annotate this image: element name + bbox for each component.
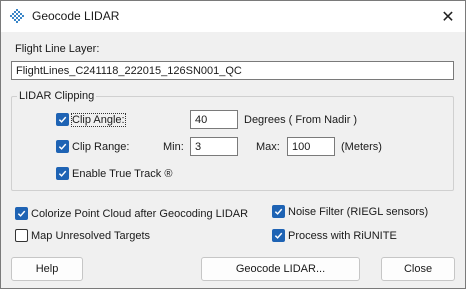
title-bar: Geocode LIDAR ✕ — [1, 1, 465, 32]
checkbox-checked-icon — [15, 207, 28, 220]
checkbox-checked-icon — [56, 167, 69, 180]
clip-angle-input[interactable]: 40 — [190, 110, 238, 129]
clip-range-checkbox[interactable]: Clip Range: — [56, 140, 129, 153]
noise-filter-checkbox[interactable]: Noise Filter (RIEGL sensors) — [272, 205, 428, 218]
clip-range-max-input[interactable]: 100 — [287, 137, 335, 156]
checkbox-checked-icon — [272, 229, 285, 242]
close-icon[interactable]: ✕ — [433, 4, 463, 30]
noise-filter-label: Noise Filter (RIEGL sensors) — [288, 205, 429, 218]
window-title: Geocode LIDAR — [32, 9, 120, 23]
clip-angle-unit: Degrees ( From Nadir ) — [244, 114, 358, 126]
clip-range-unit: (Meters) — [341, 141, 382, 153]
checkbox-checked-icon — [272, 205, 285, 218]
checkbox-checked-icon — [56, 113, 69, 126]
riunite-label: Process with RiUNITE — [288, 229, 397, 242]
clip-range-min-input[interactable]: 3 — [190, 137, 238, 156]
clip-range-min-label: Min: — [163, 141, 184, 153]
clip-range-max-label: Max: — [256, 141, 280, 153]
colorize-checkbox[interactable]: Colorize Point Cloud after Geocoding LID… — [15, 207, 248, 220]
flight-line-label: Flight Line Layer: — [15, 43, 100, 55]
flight-line-field[interactable]: FlightLines_C241118_222015_126SN001_QC — [11, 61, 454, 80]
clip-angle-checkbox[interactable]: Clip Angle: — [56, 112, 126, 127]
diamond-grid-icon — [10, 9, 24, 23]
geocode-lidar-button[interactable]: Geocode LIDAR... — [201, 257, 360, 281]
checkbox-unchecked-icon — [15, 229, 28, 242]
geocode-lidar-dialog: Geocode LIDAR ✕ Flight Line Layer: Fligh… — [0, 0, 466, 289]
map-unresolved-checkbox[interactable]: Map Unresolved Targets — [15, 229, 150, 242]
clip-angle-label: Clip Angle: — [71, 112, 126, 127]
close-button[interactable]: Close — [381, 257, 455, 281]
help-button[interactable]: Help — [11, 257, 83, 281]
true-track-label: Enable True Track ® — [72, 167, 173, 180]
colorize-label: Colorize Point Cloud after Geocoding LID… — [31, 207, 249, 220]
lidar-clipping-title: LIDAR Clipping — [17, 90, 97, 102]
clip-range-label: Clip Range: — [72, 140, 130, 153]
true-track-checkbox[interactable]: Enable True Track ® — [56, 167, 172, 180]
map-unresolved-label: Map Unresolved Targets — [31, 229, 151, 242]
checkbox-checked-icon — [56, 140, 69, 153]
riunite-checkbox[interactable]: Process with RiUNITE — [272, 229, 397, 242]
